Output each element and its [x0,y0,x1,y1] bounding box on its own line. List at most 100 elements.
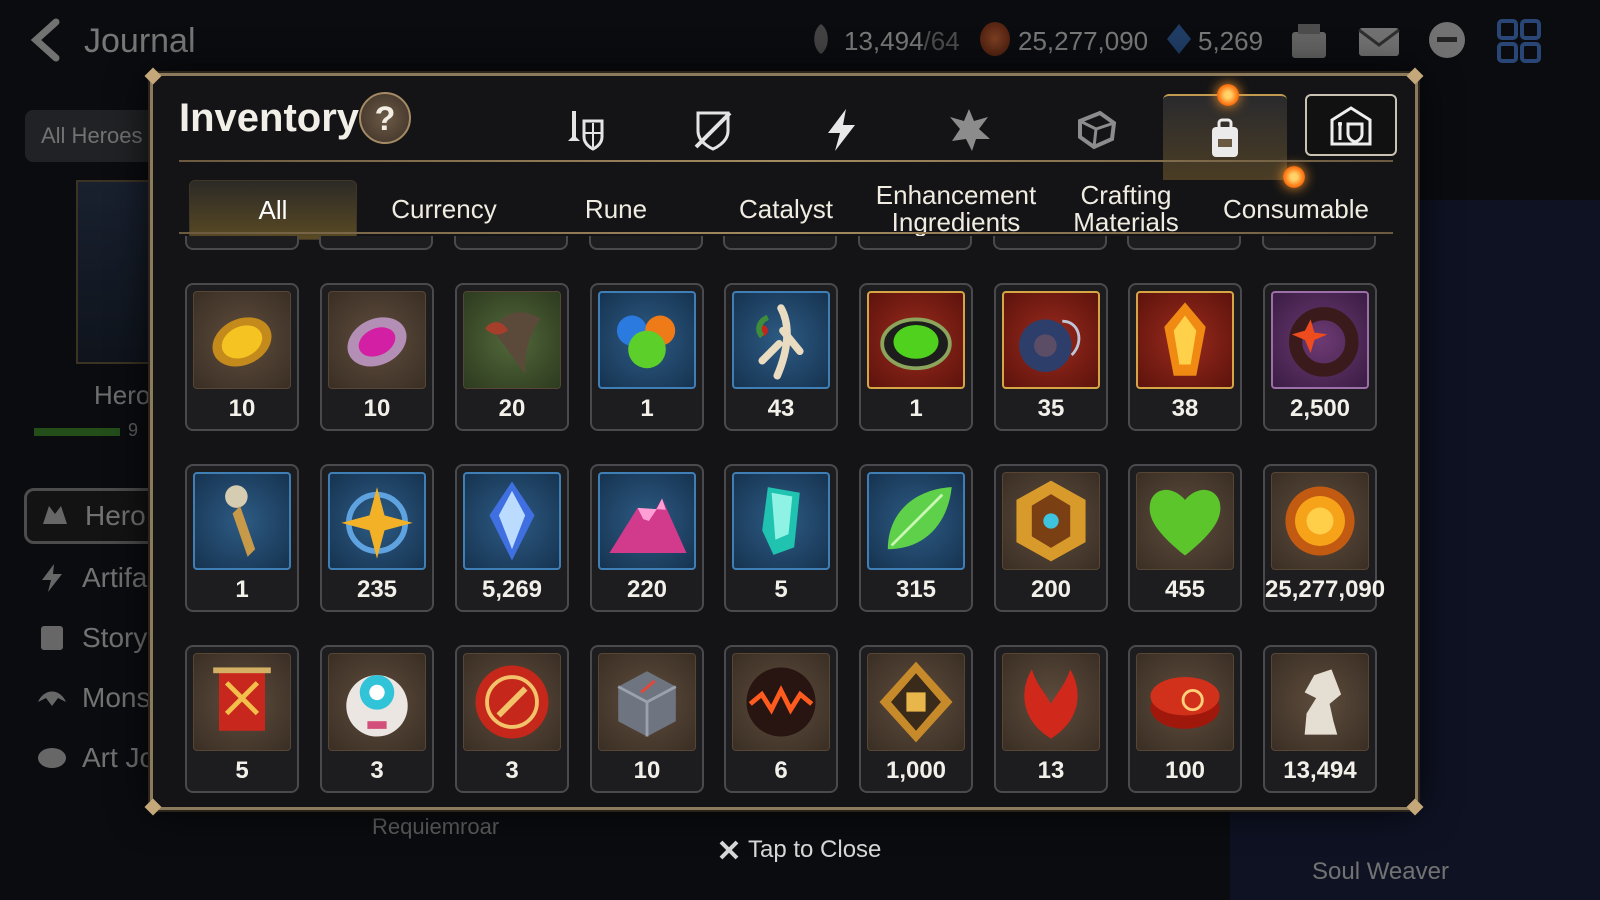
item-slot[interactable]: 2,500 [1263,283,1377,431]
item-slot[interactable]: 1 [859,283,973,431]
hero-progress-label: Hero [94,380,151,410]
header-divider [179,160,1393,162]
item-slot[interactable]: 235 [320,464,434,612]
item-cell-partial[interactable] [589,236,703,250]
item-slot[interactable]: 455 [1128,464,1242,612]
item-count: 20 [498,395,526,422]
slime-orbs-icon [598,291,696,389]
item-cell-partial[interactable] [858,236,972,250]
item-cell-partial[interactable] [454,236,568,250]
item-count: 6 [774,757,788,784]
item-slot[interactable]: 315 [859,464,973,612]
item-slot[interactable]: 3 [320,645,434,793]
item-cell-partial[interactable] [319,236,433,250]
item-count: 38 [1171,395,1199,422]
chat-icon[interactable] [1424,18,1470,64]
item-slot[interactable]: 10 [590,645,704,793]
tab-storage[interactable] [1305,94,1397,156]
item-slot[interactable]: 13 [994,645,1108,793]
tab-artifact[interactable] [801,92,881,168]
tab-bag[interactable] [1163,94,1287,180]
star-charm-icon [328,472,426,570]
monster-icon [38,691,66,706]
item-count: 1,000 [885,757,947,784]
purple-gem-icon [328,291,426,389]
tab-material[interactable] [1057,92,1137,168]
subtab-catalyst[interactable]: Catalyst [701,180,871,238]
item-count: 43 [767,395,795,422]
menu-grid-icon[interactable] [1496,18,1542,64]
help-icon[interactable]: ? [359,92,411,144]
subtab-all[interactable]: All [189,180,357,240]
item-slot[interactable]: 20 [455,283,569,431]
item-slot[interactable]: 10 [185,283,299,431]
tab-unequipped[interactable] [673,92,753,168]
item-cell-partial[interactable] [993,236,1107,250]
skystone-icon [814,24,828,54]
storage-icon [1330,106,1372,146]
tap-to-close[interactable]: Tap to Close [718,836,881,864]
subtab-divider [179,232,1393,234]
item-cell-partial[interactable] [723,236,837,250]
item-slot[interactable]: 10 [320,283,434,431]
item-slot[interactable]: 35 [994,283,1108,431]
item-count: 200 [1030,576,1072,603]
claw-icon [463,291,561,389]
item-count: 5,269 [481,576,543,603]
hero-icon [43,506,67,524]
sidebar-item-story[interactable]: Story [24,610,164,666]
sidebar-item-label: Artifa [82,562,148,593]
close-hint-label: Tap to Close [748,836,882,863]
item-slot[interactable]: 200 [994,464,1108,612]
hero-class-label: Soul Weaver [1312,858,1449,885]
rune-icon [950,109,990,151]
item-slot[interactable]: 25,277,090 [1263,464,1385,612]
gold-icon [980,22,1010,56]
sidebar-item-monster[interactable]: Mons [24,670,164,726]
subtab-currency[interactable]: Currency [359,180,529,238]
mail-icon[interactable] [1356,18,1402,64]
page-title: Journal [84,22,196,60]
knight-icon [1271,653,1369,751]
subtab-crafting-materials[interactable]: Crafting Materials [1041,180,1211,238]
sanctuary-icon[interactable] [1286,18,1332,64]
yellow-gem-icon [193,291,291,389]
item-slot[interactable]: 220 [590,464,704,612]
item-slot[interactable]: 3 [455,645,569,793]
item-slot[interactable]: 5 [185,645,299,793]
item-count: 13,494 [1283,757,1357,784]
item-count: 5 [235,757,249,784]
item-slot[interactable]: 1 [590,283,704,431]
item-slot[interactable]: 5,269 [455,464,569,612]
fist-emblem-icon [867,653,965,751]
heart-icon [1136,472,1234,570]
tab-rune[interactable] [929,92,1009,168]
item-cell-partial[interactable] [185,236,299,250]
back-arrow-icon[interactable] [26,18,66,62]
sidebar-item-artifact[interactable]: Artifa [24,550,164,606]
item-slot[interactable]: 38 [1128,283,1242,431]
gold-coin-icon [1271,472,1369,570]
item-count: 3 [505,757,519,784]
sidebar-item-art-journal[interactable]: Art Jo [24,730,164,786]
item-slot[interactable]: 100 [1128,645,1242,793]
crystal-icon [1167,24,1191,54]
item-slot[interactable]: 5 [724,464,838,612]
item-cell-partial[interactable] [1262,236,1376,250]
sidebar-item-hero[interactable]: Hero [24,488,164,544]
item-count: 455 [1164,576,1206,603]
teal-crystal-icon [732,472,830,570]
item-slot[interactable]: 43 [724,283,838,431]
subtab-consumable[interactable]: Consumable [1211,180,1381,238]
tab-equipment[interactable] [545,92,625,168]
subtab-enhancement-ingredients[interactable]: Enhancement Ingredients [871,180,1041,238]
item-slot[interactable]: 13,494 [1263,645,1377,793]
item-cell-partial[interactable] [1127,236,1241,250]
subtab-rune[interactable]: Rune [531,180,701,238]
item-slot[interactable]: 1 [185,464,299,612]
item-slot[interactable]: 1,000 [859,645,973,793]
item-count: 13 [1037,757,1065,784]
item-slot[interactable]: 6 [724,645,838,793]
gold-count: 25,277,090 [1018,26,1149,56]
crystal-icon [463,472,561,570]
